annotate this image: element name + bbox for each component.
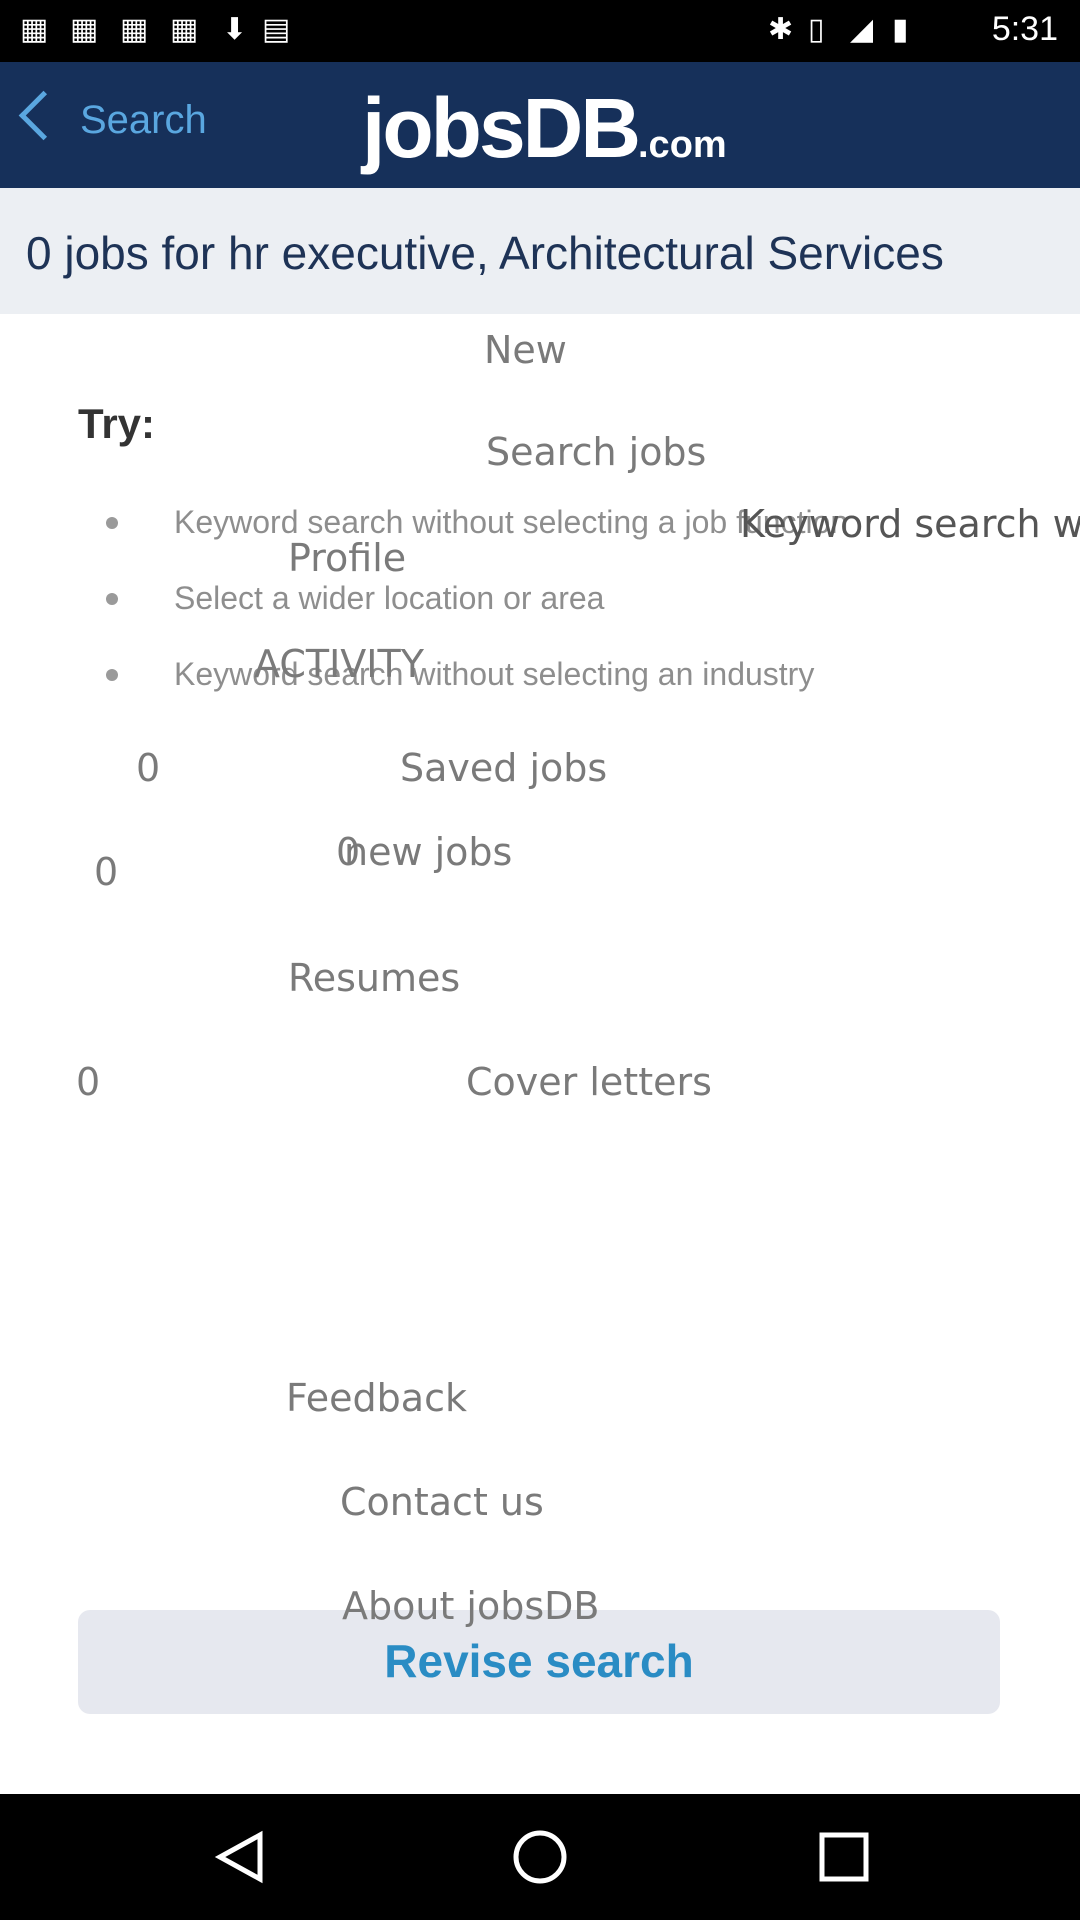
gallery-icon-2: ▦	[70, 13, 99, 46]
results-summary: 0 jobs for hr executive, Architectural S…	[26, 227, 944, 279]
menu-about[interactable]: About jobsDB	[342, 1584, 599, 1628]
download-icon: ⬇	[222, 13, 248, 46]
message-icon: ▤	[262, 13, 291, 46]
clock: 5:31	[991, 10, 1058, 48]
bullet-dot	[106, 517, 118, 529]
gallery-icon: ▦	[20, 13, 49, 46]
bullet-dot	[106, 593, 118, 605]
saved-jobs-count: 0	[136, 746, 161, 790]
menu-activity-heading: ACTIVITY	[254, 642, 424, 686]
menu-profile[interactable]: Profile	[288, 536, 406, 580]
logo-main: jobsDB	[362, 81, 641, 175]
signal-icon: ◢	[850, 13, 874, 46]
menu-cover-letters[interactable]: Cover letters	[466, 1060, 712, 1104]
gallery-icon-3: ▦	[120, 13, 149, 46]
nav-home-button[interactable]	[480, 1794, 600, 1920]
jobsdb-logo: jobsDB.com	[362, 80, 727, 177]
recents-square-icon	[819, 1832, 869, 1882]
nav-recents-button[interactable]	[784, 1794, 904, 1920]
menu-new[interactable]: New	[484, 328, 567, 372]
back-triangle-icon	[214, 1830, 263, 1884]
home-circle-icon	[513, 1830, 567, 1884]
menu-feedback[interactable]: Feedback	[286, 1376, 467, 1420]
tip-item: Select a wider location or area	[174, 580, 605, 616]
new-jobs-count: 0	[94, 850, 119, 894]
system-nav-bar	[0, 1794, 1080, 1920]
results-banner: 0 jobs for hr executive, Architectural S…	[0, 188, 1080, 314]
revise-search-label: Revise search	[384, 1635, 694, 1687]
menu-new-jobs[interactable]: new jobs	[344, 830, 512, 874]
vibrate-icon: ▯	[808, 13, 825, 46]
menu-resumes[interactable]: Resumes	[288, 956, 460, 1000]
bullet-dot	[106, 669, 118, 681]
try-label: Try:	[78, 400, 156, 447]
logo-suffix: .com	[638, 124, 727, 166]
menu-saved-jobs[interactable]: Saved jobs	[400, 746, 607, 790]
back-label: Search	[80, 98, 207, 142]
back-button[interactable]: Search	[0, 62, 240, 188]
menu-search-jobs[interactable]: Search jobs	[486, 430, 706, 474]
nav-back-button[interactable]	[180, 1794, 300, 1920]
battery-icon: ▮	[892, 13, 909, 46]
menu-keyword-search[interactable]: Keyword search w	[740, 502, 1080, 546]
chevron-left-icon	[18, 90, 69, 141]
bluetooth-icon: ✱	[768, 13, 794, 46]
menu-contact-us[interactable]: Contact us	[340, 1480, 544, 1524]
gallery-icon-4: ▦	[170, 13, 199, 46]
cover-letters-count: 0	[76, 1060, 101, 1104]
status-bar: ▦ ▦ ▦ ▦ ⬇ ▤ ✱ ▯ ◢ ▮ 5:31	[0, 0, 1080, 62]
app-header: Search jobsDB.com	[0, 62, 1080, 188]
